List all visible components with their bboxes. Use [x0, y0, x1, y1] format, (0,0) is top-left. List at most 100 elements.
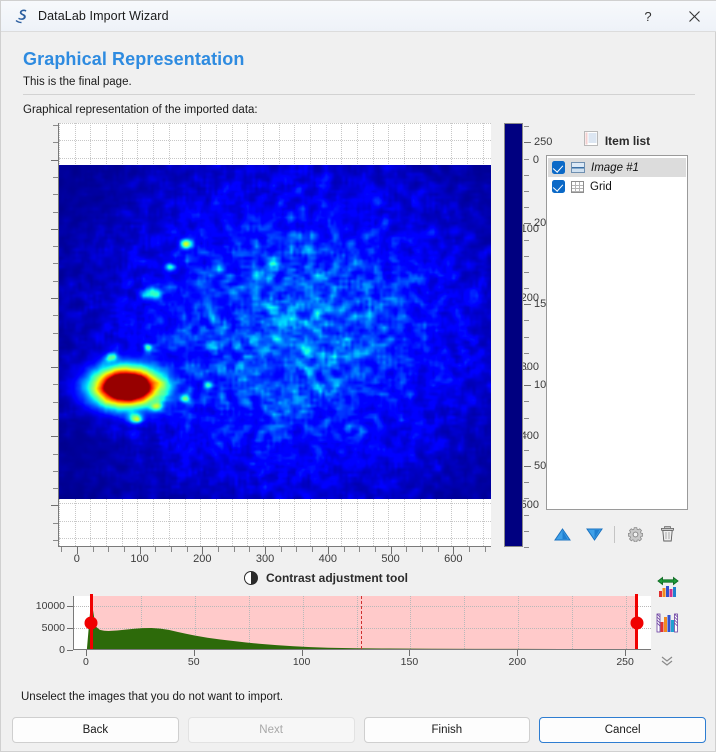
- x-tick: [437, 547, 439, 552]
- x-tick: [123, 547, 125, 552]
- y-tick: [51, 159, 58, 161]
- histogram-area: [86, 598, 636, 649]
- colorbar-tick: [524, 320, 529, 322]
- next-button: Next: [187, 717, 355, 743]
- colorbar-tick: [524, 530, 529, 532]
- contrast-histogram[interactable]: 0 5000 10000 0 50 100 150 200 250: [17, 593, 651, 675]
- title-bar: DataLab Import Wizard ?: [1, 1, 716, 32]
- item-list-toolbar: [546, 520, 688, 548]
- fit-range-icon[interactable]: [654, 573, 684, 603]
- list-item[interactable]: Grid: [548, 177, 686, 196]
- x-tick: [61, 547, 63, 552]
- plot-canvas[interactable]: [58, 123, 491, 547]
- back-button[interactable]: Back: [12, 717, 179, 743]
- x-tick: [233, 547, 235, 552]
- colorbar-tick: [524, 223, 531, 225]
- gridline: [59, 520, 491, 522]
- x-tick: [296, 547, 298, 552]
- gear-icon[interactable]: [619, 521, 651, 547]
- list-item-label: Image #1: [591, 161, 639, 174]
- histogram-y-tick: [67, 627, 73, 629]
- gridline: [59, 157, 491, 159]
- histogram-y-tick-label: 5000: [41, 621, 65, 634]
- contrast-tool-title: Contrast adjustment tool: [265, 571, 408, 585]
- close-icon[interactable]: [671, 1, 716, 31]
- move-down-button[interactable]: [578, 521, 610, 547]
- colorbar-tick: [524, 482, 529, 484]
- colorbar-tick: [524, 433, 529, 435]
- gridline: [59, 140, 491, 142]
- y-tick: [53, 332, 58, 334]
- cancel-button[interactable]: Cancel: [539, 717, 706, 743]
- x-tick: [406, 547, 408, 552]
- list-item[interactable]: Image #1: [548, 158, 686, 177]
- item-list[interactable]: Image #1 Grid: [546, 155, 688, 510]
- x-tick-label: 400: [318, 553, 337, 565]
- histogram-y-tick: [67, 650, 73, 651]
- histogram-x-tick-label: 0: [83, 656, 89, 668]
- histogram-x-tick-label: 50: [187, 656, 200, 668]
- histogram-range-icon[interactable]: [654, 608, 684, 638]
- x-tick: [249, 547, 251, 552]
- chevrons-down-icon[interactable]: [660, 655, 674, 670]
- datalab-icon: [13, 8, 29, 24]
- y-tick: [53, 194, 58, 196]
- y-tick: [53, 349, 58, 351]
- y-tick: [53, 263, 58, 265]
- y-tick: [53, 142, 58, 144]
- x-tick: [359, 547, 361, 552]
- item-checkbox[interactable]: [552, 161, 565, 174]
- x-tick-label: 600: [444, 553, 463, 565]
- colorbar-tick: [524, 466, 531, 468]
- item-list-title: Item list: [604, 134, 651, 148]
- max-cursor-handle[interactable]: [630, 616, 644, 630]
- y-tick: [53, 540, 58, 542]
- section-label: Graphical representation of the imported…: [23, 104, 258, 116]
- x-tick-label: 500: [381, 553, 400, 565]
- colorbar-tick: [524, 352, 529, 354]
- grid-item-icon: [571, 180, 584, 193]
- speckle-image[interactable]: [59, 165, 491, 499]
- y-tick: [53, 470, 58, 472]
- y-tick: [51, 228, 58, 230]
- import-wizard-window: DataLab Import Wizard ? Graphical Repres…: [0, 0, 716, 752]
- item-list-header: Item list: [546, 131, 688, 151]
- page-title: Graphical Representation: [23, 49, 245, 69]
- x-tick-label: 0: [73, 553, 80, 565]
- x-tick: [343, 547, 345, 552]
- colorbar-tick: [524, 336, 529, 338]
- image-plot[interactable]: 0 100 200 300 400 500 0 100 200 300 400 500 600 50 1…: [17, 119, 552, 565]
- y-tick: [53, 280, 58, 282]
- colorbar-tick: [524, 255, 529, 257]
- finish-button[interactable]: Finish: [363, 717, 531, 743]
- help-button[interactable]: ?: [625, 1, 671, 31]
- list-item-label: Grid: [590, 180, 612, 193]
- y-tick: [53, 246, 58, 248]
- y-tick: [53, 125, 58, 127]
- colorbar-tick: [524, 368, 529, 370]
- item-checkbox[interactable]: [552, 180, 565, 193]
- x-tick: [469, 547, 471, 552]
- mid-level-marker[interactable]: [360, 596, 362, 649]
- min-cursor-handle[interactable]: [84, 616, 98, 630]
- colorbar[interactable]: [504, 123, 523, 547]
- y-tick: [53, 401, 58, 403]
- x-tick: [218, 547, 220, 552]
- y-tick: [51, 297, 58, 299]
- histogram-canvas[interactable]: [73, 594, 651, 650]
- contrast-tool-header: Contrast adjustment tool: [1, 571, 651, 585]
- move-up-button[interactable]: [546, 521, 578, 547]
- y-tick: [51, 436, 58, 438]
- trash-icon[interactable]: [651, 521, 683, 547]
- y-tick: [53, 211, 58, 213]
- histogram-y-tick-label: 0: [59, 644, 65, 656]
- y-tick: [51, 367, 58, 369]
- x-tick: [374, 547, 376, 552]
- x-tick: [186, 547, 188, 552]
- x-tick: [155, 547, 157, 552]
- gridline: [59, 503, 491, 505]
- header-divider: [23, 94, 695, 95]
- x-tick: [484, 547, 486, 552]
- colorbar-tick: [524, 190, 529, 192]
- histogram-x-tick-label: 250: [616, 656, 634, 668]
